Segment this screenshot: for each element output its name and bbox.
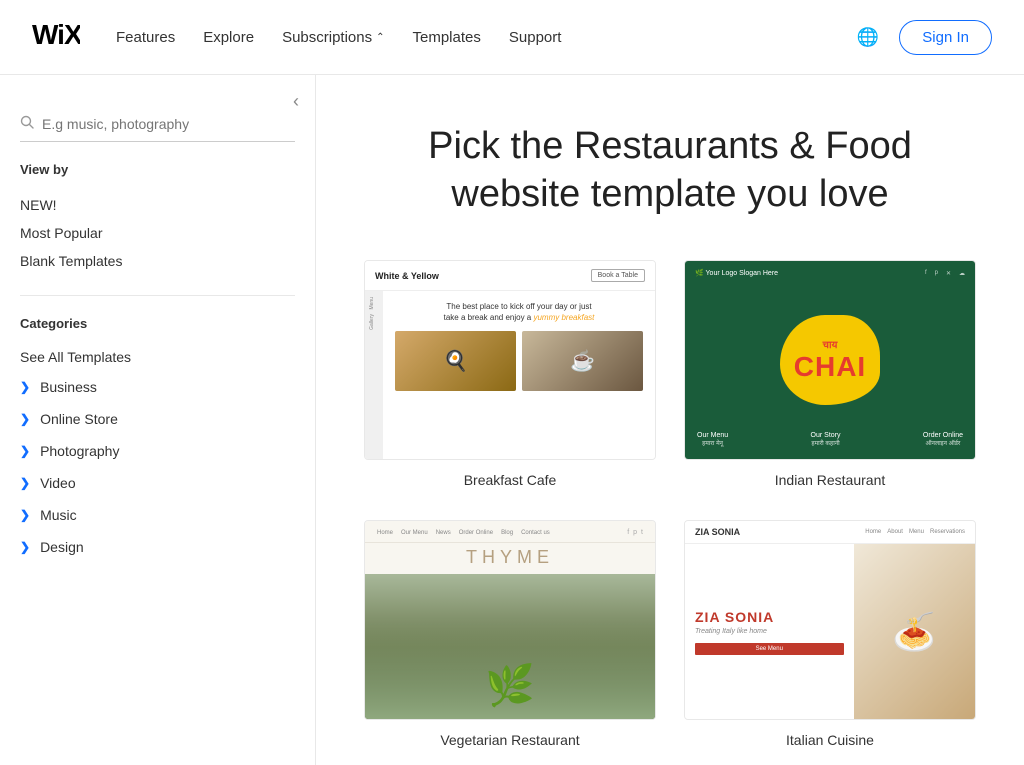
template-preview-breakfast: White & Yellow Book a Table Menu Gallery… <box>365 261 655 459</box>
view-by-section: View by NEW! Most Popular Blank Template… <box>0 162 315 275</box>
category-item-photography[interactable]: ❯ Photography <box>0 435 315 467</box>
template-thumbnail: White & Yellow Book a Table Menu Gallery… <box>364 260 656 460</box>
sidebar: ‹ View by NEW! Most Popular Blank Templa… <box>0 75 316 765</box>
template-thumbnail: 🌿 Your Logo Slogan Here f p ✕ ☁ चाय CHAI <box>684 260 976 460</box>
category-label: Online Store <box>40 411 118 427</box>
nav-right: 🌐 Sign In <box>857 20 992 55</box>
chevron-right-icon: ❯ <box>20 508 30 522</box>
chevron-right-icon: ❯ <box>20 540 30 554</box>
category-item-music[interactable]: ❯ Music <box>0 499 315 531</box>
template-card-vegetarian-restaurant[interactable]: Home Our Menu News Order Online Blog Con… <box>364 520 656 748</box>
category-label: Video <box>40 475 76 491</box>
category-item-design[interactable]: ❯ Design <box>0 531 315 563</box>
search-input[interactable] <box>42 116 295 132</box>
page-layout: ‹ View by NEW! Most Popular Blank Templa… <box>0 75 1024 765</box>
nav-templates[interactable]: Templates <box>413 29 481 46</box>
template-name: Vegetarian Restaurant <box>364 732 656 748</box>
search-wrap <box>20 115 295 142</box>
sidebar-divider <box>20 295 295 296</box>
categories-label: Categories <box>20 316 295 331</box>
template-photo-coffee <box>522 331 643 391</box>
template-cta-button[interactable]: See Menu <box>695 643 844 655</box>
template-card-italian-cuisine[interactable]: ZIA SONIA Home About Menu Reservations Z… <box>684 520 976 748</box>
chevron-right-icon: ❯ <box>20 380 30 394</box>
nav-support[interactable]: Support <box>509 29 562 46</box>
chevron-right-icon: ❯ <box>20 412 30 426</box>
template-thumbnail: Home Our Menu News Order Online Blog Con… <box>364 520 656 720</box>
filter-blank-templates[interactable]: Blank Templates <box>20 247 295 275</box>
template-thumbnail: ZIA SONIA Home About Menu Reservations Z… <box>684 520 976 720</box>
template-name: Breakfast Cafe <box>364 472 656 488</box>
template-name: Italian Cuisine <box>684 732 976 748</box>
page-title: Pick the Restaurants & Foodwebsite templ… <box>364 123 976 218</box>
category-item-video[interactable]: ❯ Video <box>0 467 315 499</box>
navbar: WiX Features Explore Subscriptions ⌃ Tem… <box>0 0 1024 75</box>
template-card-breakfast-cafe[interactable]: White & Yellow Book a Table Menu Gallery… <box>364 260 656 488</box>
templates-grid: White & Yellow Book a Table Menu Gallery… <box>364 260 976 748</box>
nav-features[interactable]: Features <box>116 29 175 46</box>
subscriptions-chevron-icon: ⌃ <box>376 32 384 43</box>
template-preview-italian: ZIA SONIA Home About Menu Reservations Z… <box>685 521 975 719</box>
svg-text:WiX: WiX <box>32 20 80 48</box>
signin-button[interactable]: Sign In <box>899 20 992 55</box>
search-icon <box>20 115 34 133</box>
template-photo-eggs <box>395 331 516 391</box>
chevron-right-icon: ❯ <box>20 476 30 490</box>
language-selector-button[interactable]: 🌐 <box>857 27 879 48</box>
template-thyme-hero-image <box>365 574 655 719</box>
category-label: Business <box>40 379 97 395</box>
category-label: Design <box>40 539 84 555</box>
see-all-templates-link[interactable]: See All Templates <box>0 343 315 371</box>
wix-logo[interactable]: WiX <box>32 20 80 55</box>
nav-links: Features Explore Subscriptions ⌃ Templat… <box>116 29 561 46</box>
template-preview-indian: 🌿 Your Logo Slogan Here f p ✕ ☁ चाय CHAI <box>685 261 975 459</box>
chevron-right-icon: ❯ <box>20 444 30 458</box>
nav-explore[interactable]: Explore <box>203 29 254 46</box>
template-name: Indian Restaurant <box>684 472 976 488</box>
category-item-business[interactable]: ❯ Business <box>0 371 315 403</box>
chai-logo-blob: चाय CHAI <box>780 315 880 405</box>
filter-new[interactable]: NEW! <box>20 191 295 219</box>
main-content: Pick the Restaurants & Foodwebsite templ… <box>316 75 1024 765</box>
nav-subscriptions[interactable]: Subscriptions ⌃ <box>282 29 384 46</box>
nav-left: WiX Features Explore Subscriptions ⌃ Tem… <box>32 20 561 55</box>
filter-most-popular[interactable]: Most Popular <box>20 219 295 247</box>
view-by-label: View by <box>20 162 295 177</box>
sidebar-collapse-button[interactable]: ‹ <box>293 91 299 112</box>
template-card-indian-restaurant[interactable]: 🌿 Your Logo Slogan Here f p ✕ ☁ चाय CHAI <box>684 260 976 488</box>
category-item-online-store[interactable]: ❯ Online Store <box>0 403 315 435</box>
globe-icon: 🌐 <box>857 27 879 47</box>
category-label: Photography <box>40 443 119 459</box>
category-label: Music <box>40 507 77 523</box>
template-italian-hero-image <box>854 544 976 719</box>
template-preview-thyme: Home Our Menu News Order Online Blog Con… <box>365 521 655 719</box>
